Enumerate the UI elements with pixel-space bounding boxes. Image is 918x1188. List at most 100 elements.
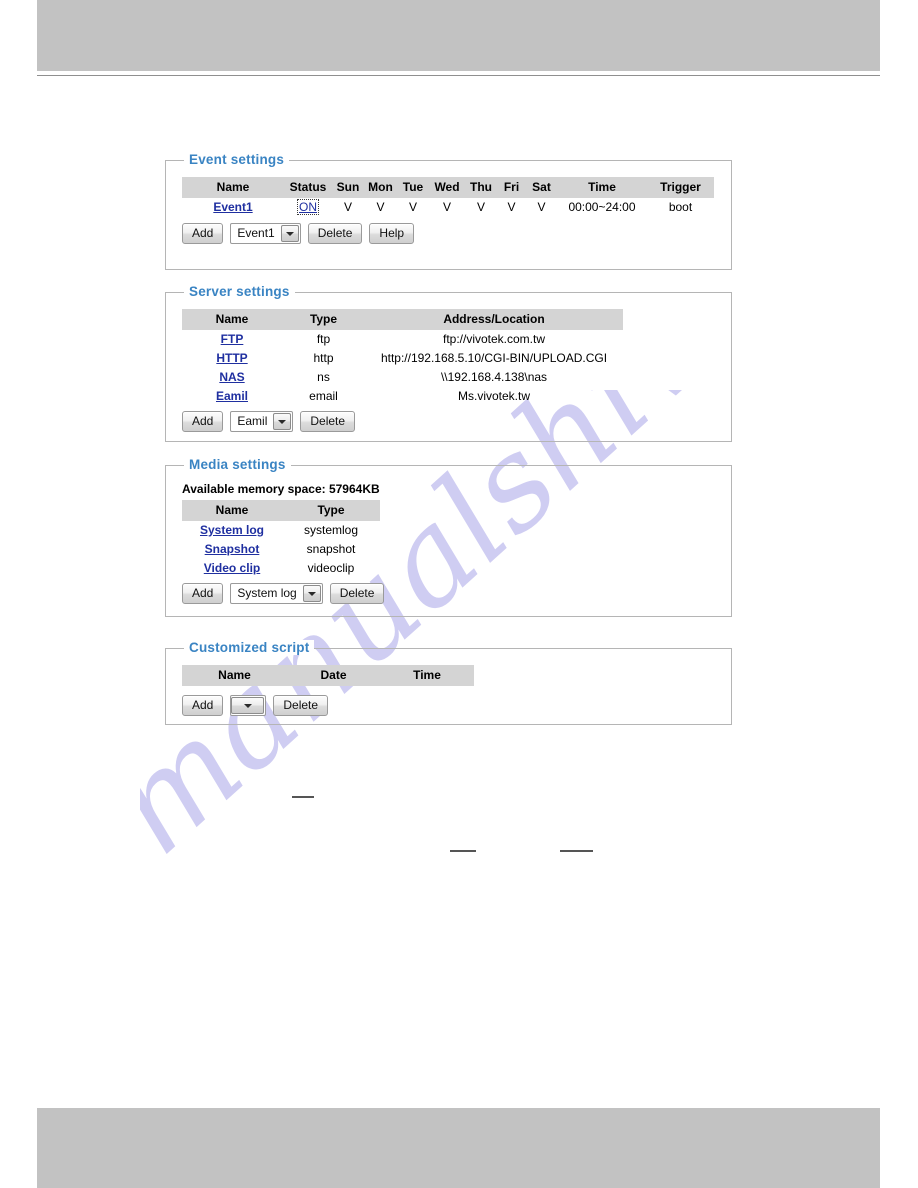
page-header-rule xyxy=(37,75,880,76)
script-add-button[interactable]: Add xyxy=(182,695,224,716)
column-header-time: Time xyxy=(557,177,647,198)
column-header-sat: Sat xyxy=(526,177,557,198)
server-select[interactable]: Eamil xyxy=(230,411,294,432)
event-name-link[interactable]: Event1 xyxy=(213,200,252,214)
event-wed-cell: V xyxy=(442,200,451,214)
media-type-cell: snapshot xyxy=(306,542,356,556)
media-name-link-snapshot[interactable]: Snapshot xyxy=(205,542,260,556)
customized-script-controls: Add Delete xyxy=(182,695,731,716)
column-header-status: Status xyxy=(284,177,332,198)
server-type-cell: ftp xyxy=(316,332,331,346)
column-header-time: Time xyxy=(380,665,474,686)
scan-dash-1 xyxy=(292,796,314,798)
event-settings-section: Event settings Name Status Sun Mon Tue W… xyxy=(165,152,732,270)
event-help-button[interactable]: Help xyxy=(369,223,415,244)
column-header-name: Name xyxy=(182,500,282,521)
server-name-cell: Eamil xyxy=(182,387,282,406)
server-name-cell: NAS xyxy=(182,368,282,387)
column-header-name: Name xyxy=(182,177,284,198)
event-settings-controls: Add Event1 Delete Help xyxy=(182,223,731,244)
media-add-button[interactable]: Add xyxy=(182,583,224,604)
available-memory-text: Available memory space: 57964KB xyxy=(182,482,380,496)
server-name-link-ftp[interactable]: FTP xyxy=(221,332,244,346)
server-settings-section: Server settings Name Type Address/Locati… xyxy=(165,284,732,442)
event-settings-table: Name Status Sun Mon Tue Wed Thu Fri Sat … xyxy=(182,177,714,217)
scan-dash-2 xyxy=(450,850,476,852)
page-footer-band xyxy=(37,1108,880,1188)
event-sat-cell: V xyxy=(537,200,546,214)
column-header-fri: Fri xyxy=(497,177,526,198)
server-name-link-http[interactable]: HTTP xyxy=(216,351,247,365)
server-address-cell: ftp://vivotek.com.tw xyxy=(442,332,546,346)
media-settings-section: Media settings Available memory space: 5… xyxy=(165,457,732,617)
customized-script-section: Customized script Name Date Time Add Del… xyxy=(165,640,732,725)
column-header-date: Date xyxy=(287,665,380,686)
page-header-band xyxy=(37,0,880,71)
server-name-cell: FTP xyxy=(182,330,282,349)
column-header-thu: Thu xyxy=(465,177,497,198)
table-row: Video clip videoclip xyxy=(182,559,380,578)
server-address-cell: \\192.168.4.138\nas xyxy=(440,370,548,384)
customized-script-table: Name Date Time xyxy=(182,665,474,686)
event-select[interactable]: Event1 xyxy=(230,223,301,244)
table-row: Event1 ON V V V V V V V 00:00~24:00 boot xyxy=(182,198,714,217)
table-row: FTP ftp ftp://vivotek.com.tw xyxy=(182,330,623,349)
column-header-trigger: Trigger xyxy=(647,177,714,198)
server-add-button[interactable]: Add xyxy=(182,411,224,432)
media-name-link-video-clip[interactable]: Video clip xyxy=(204,561,260,575)
server-address-cell: Ms.vivotek.tw xyxy=(457,389,530,403)
script-delete-button[interactable]: Delete xyxy=(273,695,329,716)
table-row: Eamil email Ms.vivotek.tw xyxy=(182,387,623,406)
event-tue-cell: V xyxy=(408,200,417,214)
server-type-cell: ns xyxy=(317,370,330,384)
server-settings-legend: Server settings xyxy=(184,284,295,299)
media-delete-button[interactable]: Delete xyxy=(329,583,385,604)
chevron-down-icon xyxy=(280,225,299,242)
event-status-link[interactable]: ON xyxy=(297,199,319,215)
media-name-cell: Snapshot xyxy=(182,540,282,559)
customized-script-legend: Customized script xyxy=(184,640,315,655)
event-delete-button[interactable]: Delete xyxy=(307,223,363,244)
event-name-cell: Event1 xyxy=(182,198,284,217)
event-fri-cell: V xyxy=(507,200,516,214)
table-row: HTTP http http://192.168.5.10/CGI-BIN/UP… xyxy=(182,349,623,368)
column-header-sun: Sun xyxy=(332,177,364,198)
media-type-cell: systemlog xyxy=(303,523,359,537)
column-header-wed: Wed xyxy=(429,177,465,198)
column-header-name: Name xyxy=(182,309,282,330)
event-select-value: Event1 xyxy=(237,226,275,240)
table-header-row: Name Type Address/Location xyxy=(182,309,623,330)
chevron-down-icon xyxy=(302,585,321,602)
server-name-link-nas[interactable]: NAS xyxy=(219,370,244,384)
media-select[interactable]: System log xyxy=(230,583,323,604)
event-mon-cell: V xyxy=(376,200,385,214)
column-header-tue: Tue xyxy=(397,177,429,198)
event-sun-cell: V xyxy=(343,200,352,214)
event-trigger-cell: boot xyxy=(668,200,693,214)
event-thu-cell: V xyxy=(476,200,485,214)
media-settings-table: Name Type System log systemlog Snapshot … xyxy=(182,500,380,578)
table-header-row: Name Status Sun Mon Tue Wed Thu Fri Sat … xyxy=(182,177,714,198)
chevron-down-icon xyxy=(273,413,292,430)
media-name-cell: Video clip xyxy=(182,559,282,578)
media-name-link-system-log[interactable]: System log xyxy=(200,523,264,537)
media-settings-legend: Media settings xyxy=(184,457,291,472)
column-header-address: Address/Location xyxy=(365,309,623,330)
event-settings-legend: Event settings xyxy=(184,152,290,167)
table-row: Snapshot snapshot xyxy=(182,540,380,559)
server-delete-button[interactable]: Delete xyxy=(300,411,356,432)
server-type-cell: http xyxy=(313,351,334,365)
server-select-value: Eamil xyxy=(237,414,268,428)
table-header-row: Name Type xyxy=(182,500,380,521)
chevron-down-icon xyxy=(231,697,265,714)
media-settings-controls: Add System log Delete xyxy=(182,583,731,604)
server-settings-controls: Add Eamil Delete xyxy=(182,411,731,432)
server-name-link-eamil[interactable]: Eamil xyxy=(216,389,248,403)
script-select[interactable] xyxy=(230,695,267,716)
column-header-mon: Mon xyxy=(364,177,397,198)
event-status-cell: ON xyxy=(284,198,332,217)
column-header-type: Type xyxy=(282,500,380,521)
event-add-button[interactable]: Add xyxy=(182,223,224,244)
server-settings-table: Name Type Address/Location FTP ftp ftp:/… xyxy=(182,309,623,406)
column-header-name: Name xyxy=(182,665,287,686)
